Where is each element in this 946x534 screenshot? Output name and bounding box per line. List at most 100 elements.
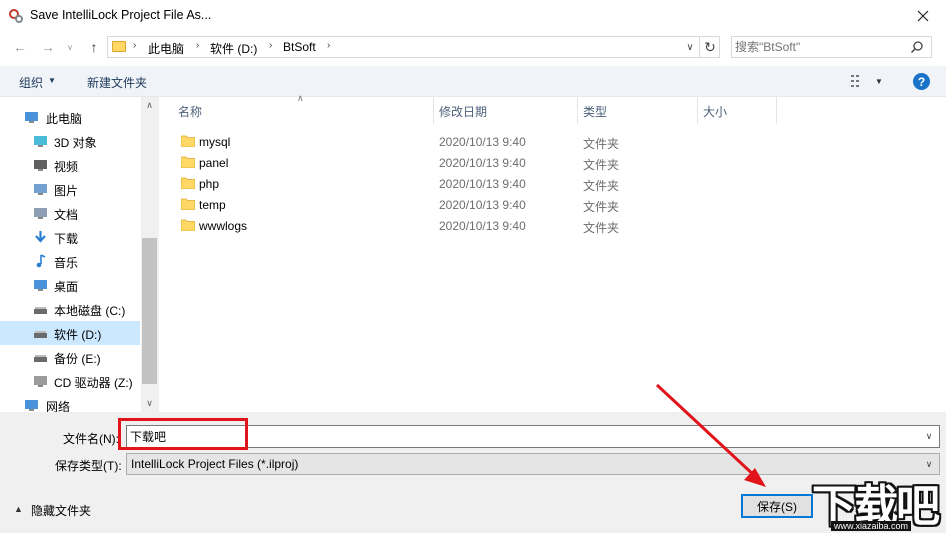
file-type: 文件夹 [583, 221, 620, 235]
nav-item[interactable]: 图片 [0, 177, 140, 201]
nav-item[interactable]: 网络 [0, 393, 140, 412]
annotation-highlight-box [118, 418, 248, 450]
view-details-icon [851, 75, 859, 87]
folder-icon [181, 156, 195, 168]
hide-folders-toggle[interactable]: 隐藏文件夹 [31, 502, 91, 519]
nav-item-label: 软件 (D:) [54, 328, 102, 342]
nav-item[interactable]: 文档 [0, 201, 140, 225]
breadcrumb-separator-icon: › [133, 40, 137, 51]
back-arrow-icon: ← [13, 39, 27, 55]
dropdown-arrow-icon: ▼ [48, 76, 56, 85]
close-button[interactable] [900, 0, 946, 32]
nav-item[interactable]: 3D 对象 [0, 129, 140, 153]
nav-item-label: CD 驱动器 (Z:) [54, 376, 133, 390]
change-view-button[interactable]: ▼ [851, 73, 891, 89]
up-button[interactable]: ↑ [82, 36, 106, 58]
file-type: 文件夹 [583, 200, 620, 214]
help-icon: ? [917, 74, 926, 89]
file-modified-date: 2020/10/13 9:40 [439, 135, 526, 149]
breadcrumb-this-pc[interactable]: 此电脑 [148, 40, 184, 57]
chevron-down-icon: ∨ [686, 41, 694, 53]
file-row[interactable]: wwwlogs 2020/10/13 9:40 文件夹 [176, 215, 676, 236]
forward-button[interactable]: → [36, 36, 60, 58]
file-type: 文件夹 [583, 137, 620, 151]
nav-item[interactable]: 视频 [0, 153, 140, 177]
collapse-arrow-icon[interactable]: ▲ [14, 504, 23, 514]
pictures-icon [33, 182, 48, 196]
new-folder-button[interactable]: 新建文件夹 [87, 74, 147, 91]
nav-item-label: 备份 (E:) [54, 352, 101, 366]
folder-icon [181, 219, 195, 231]
nav-item-label: 文档 [54, 208, 79, 222]
column-divider[interactable] [776, 97, 777, 124]
filename-history-dropdown[interactable]: ∨ [920, 426, 938, 447]
help-button[interactable]: ? [913, 73, 930, 90]
search-icon[interactable] [910, 40, 924, 54]
nav-item[interactable]: 音乐 [0, 249, 140, 273]
column-header-type[interactable]: 类型 [583, 103, 607, 120]
drive-icon [33, 302, 48, 316]
download-icon [33, 230, 48, 244]
file-row[interactable]: temp 2020/10/13 9:40 文件夹 [176, 194, 676, 215]
column-header-date[interactable]: 修改日期 [439, 103, 487, 120]
breadcrumb-separator-icon: › [269, 40, 273, 51]
watermark-url: www.xiazaiba.com [831, 521, 912, 531]
folder-icon [112, 41, 126, 52]
scrollbar-thumb[interactable] [142, 238, 157, 384]
file-modified-date: 2020/10/13 9:40 [439, 198, 526, 212]
save-button[interactable]: 保存(S) [741, 494, 813, 518]
column-divider[interactable] [697, 97, 698, 124]
nav-item-label: 视频 [54, 160, 79, 174]
computer-icon [24, 110, 39, 124]
pane-divider [158, 97, 159, 412]
column-header-name[interactable]: 名称 [178, 103, 202, 120]
folder-icon [181, 177, 195, 189]
back-button[interactable]: ← [8, 36, 32, 58]
file-name: php [199, 177, 220, 191]
nav-item-label: 此电脑 [46, 112, 83, 126]
nav-item[interactable]: 此电脑 [0, 105, 140, 129]
app-gear-icon [9, 9, 23, 23]
file-row[interactable]: panel 2020/10/13 9:40 文件夹 [176, 152, 676, 173]
file-name: temp [199, 198, 226, 212]
refresh-icon: ↻ [704, 38, 716, 55]
file-row[interactable]: php 2020/10/13 9:40 文件夹 [176, 173, 676, 194]
recent-locations-button[interactable]: ∨ [62, 36, 78, 58]
nav-item-label: 音乐 [54, 256, 79, 270]
nav-item[interactable]: 桌面 [0, 273, 140, 297]
network-icon [24, 398, 39, 412]
chevron-down-icon: ∨ [925, 431, 933, 441]
nav-item[interactable]: 下载 [0, 225, 140, 249]
nav-item[interactable]: 备份 (E:) [0, 345, 140, 369]
folder-icon [181, 135, 195, 147]
column-header-size[interactable]: 大小 [703, 103, 727, 120]
drive-icon [33, 326, 48, 340]
nav-item[interactable]: 软件 (D:) [0, 321, 140, 345]
nav-item-label: 下载 [54, 232, 79, 246]
close-icon [917, 10, 929, 22]
file-modified-date: 2020/10/13 9:40 [439, 219, 526, 233]
refresh-button[interactable]: ↻ [699, 36, 720, 58]
scroll-down-button[interactable]: ∨ [141, 395, 158, 412]
breadcrumb-btsoft[interactable]: BtSoft [283, 40, 316, 54]
chevron-down-icon: ∨ [67, 42, 73, 52]
nav-item-label: 桌面 [54, 280, 79, 294]
scroll-up-button[interactable]: ∧ [141, 97, 158, 114]
column-divider[interactable] [577, 97, 578, 124]
file-name: mysql [199, 135, 231, 149]
search-input[interactable] [735, 38, 905, 56]
column-divider[interactable] [433, 97, 434, 124]
nav-item[interactable]: CD 驱动器 (Z:) [0, 369, 140, 393]
cd-drive-icon [33, 374, 48, 388]
filetype-label: 保存类型(T): [55, 459, 122, 473]
file-row[interactable]: mysql 2020/10/13 9:40 文件夹 [176, 131, 676, 152]
chevron-up-icon: ∧ [146, 100, 153, 110]
breadcrumb-drive-d[interactable]: 软件 (D:) [210, 40, 257, 57]
filename-label: 文件名(N): [63, 432, 119, 446]
nav-item-label: 本地磁盘 (C:) [54, 304, 126, 318]
address-history-dropdown[interactable]: ∨ [680, 36, 700, 58]
music-icon [33, 254, 48, 268]
nav-item[interactable]: 本地磁盘 (C:) [0, 297, 140, 321]
organize-button[interactable]: 组织 [19, 74, 43, 91]
chevron-down-icon: ∨ [925, 458, 933, 469]
